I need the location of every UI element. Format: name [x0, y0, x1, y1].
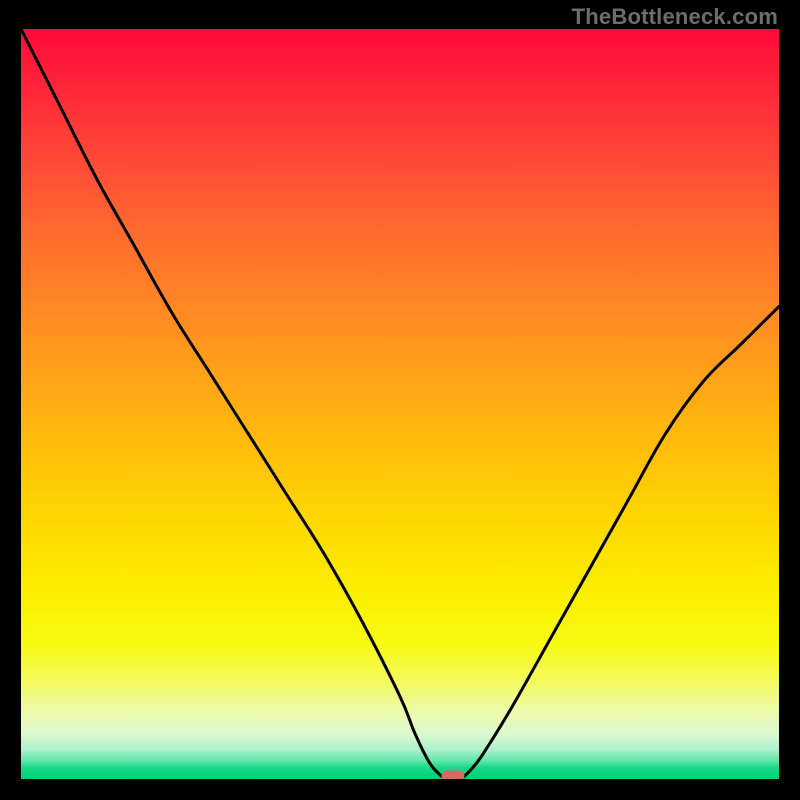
chart-frame: TheBottleneck.com — [0, 0, 800, 800]
watermark-text: TheBottleneck.com — [572, 4, 778, 30]
plot-area — [21, 29, 779, 779]
bottleneck-curve — [21, 29, 779, 779]
minimum-marker — [442, 771, 465, 780]
